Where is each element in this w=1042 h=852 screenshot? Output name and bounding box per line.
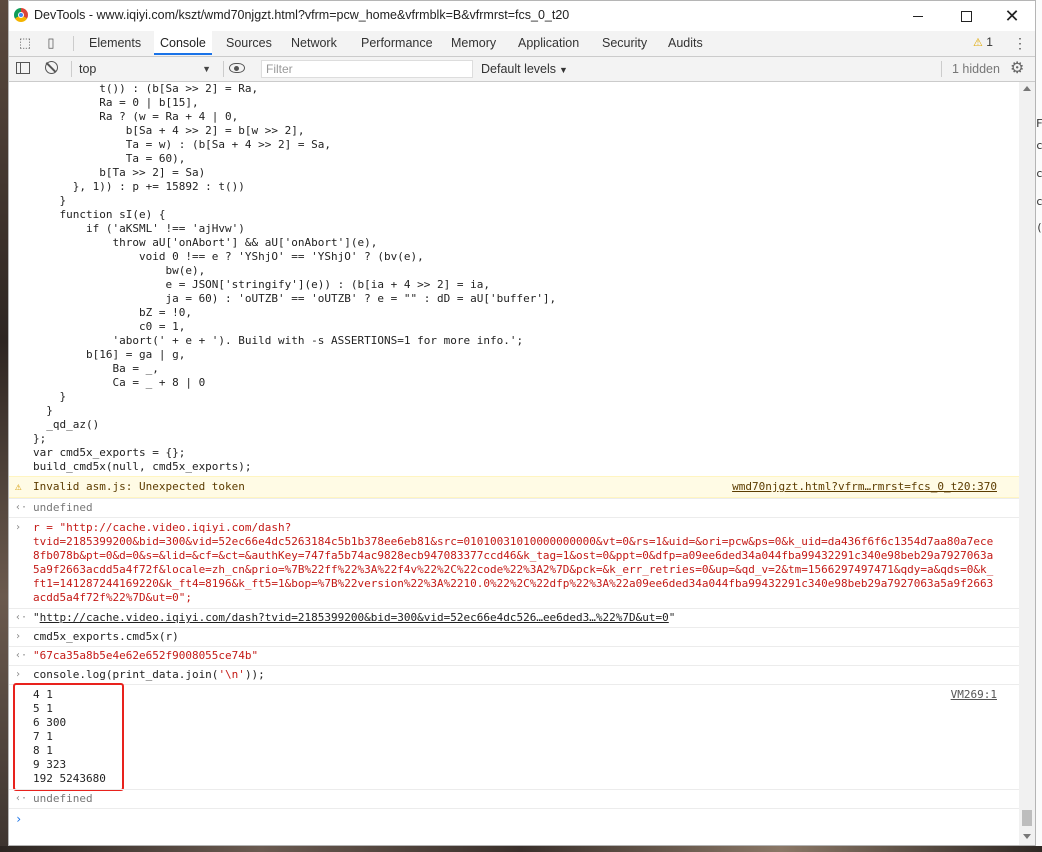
input-expression: console.log(print_data.join('\n')); bbox=[33, 668, 265, 682]
console-result-row: ‹· undefined bbox=[9, 789, 1019, 808]
dropdown-caret-icon: ▼ bbox=[202, 64, 211, 74]
device-toolbar-icon[interactable]: ▯ bbox=[43, 35, 59, 51]
log-call-prefix: console.log(print_data.join( bbox=[33, 668, 219, 681]
console-toolbar: top▼ Default levels▼ 1 hidden ⚙ bbox=[9, 57, 1035, 82]
minimize-button[interactable] bbox=[895, 1, 941, 31]
tab-audits[interactable]: Audits bbox=[662, 31, 709, 55]
chrome-icon bbox=[14, 8, 28, 22]
warnings-count: 1 bbox=[986, 35, 993, 49]
r-assignment-prefix: r = bbox=[33, 521, 60, 534]
more-options-icon[interactable]: ⋮ bbox=[1013, 35, 1027, 52]
console-result-row: ‹· "http://cache.video.iqiyi.com/dash?tv… bbox=[9, 608, 1019, 627]
console-input-row: › r = "http://cache.video.iqiyi.com/dash… bbox=[9, 517, 1019, 608]
console-log-row: 4 1 5 1 6 300 7 1 8 1 9 323 192 5243680 … bbox=[9, 684, 1019, 789]
bg-fragment: c bbox=[1036, 167, 1042, 180]
result-value: "67ca35a8b5e4e62e652f9008055ce74b" bbox=[33, 649, 259, 662]
hidden-messages-count: 1 hidden bbox=[952, 62, 1000, 76]
toolbar-divider bbox=[71, 61, 72, 77]
toolbar-divider bbox=[941, 61, 942, 77]
close-button[interactable]: ✕ bbox=[989, 1, 1035, 31]
devtools-window: DevTools - www.iqiyi.com/kszt/wmd70njgzt… bbox=[8, 0, 1036, 846]
log-levels-dropdown[interactable]: Default levels ▼ bbox=[481, 60, 568, 78]
tab-memory[interactable]: Memory bbox=[445, 31, 502, 55]
console-result-row: ‹· undefined bbox=[9, 498, 1019, 517]
log-call-argument: '\n' bbox=[218, 668, 245, 681]
context-selector[interactable]: top ▼ bbox=[79, 60, 211, 78]
warning-icon: ⚠ bbox=[973, 37, 983, 49]
live-expression-eye-icon[interactable] bbox=[229, 63, 245, 73]
inspect-element-icon[interactable]: ⬚ bbox=[17, 35, 33, 51]
window-title: DevTools - www.iqiyi.com/kszt/wmd70njgzt… bbox=[34, 8, 570, 22]
r-assignment-value: "http://cache.video.iqiyi.com/dash? tvid… bbox=[33, 521, 994, 604]
console-input-row: › cmd5x_exports.cmd5x(r) bbox=[9, 627, 1019, 646]
result-arrow-icon: ‹· bbox=[15, 612, 28, 623]
title-bar[interactable]: DevTools - www.iqiyi.com/kszt/wmd70njgzt… bbox=[9, 1, 1035, 31]
console-output[interactable]: t()) : (b[Sa >> 2] = Ra, Ra = 0 | b[15],… bbox=[9, 82, 1019, 845]
warnings-counter[interactable]: ⚠ 1 bbox=[973, 35, 993, 49]
close-icon: ✕ bbox=[1004, 5, 1020, 26]
tab-application[interactable]: Application bbox=[512, 31, 585, 55]
scroll-down-arrow-icon[interactable] bbox=[1023, 834, 1031, 839]
bg-fragment: c bbox=[1036, 195, 1042, 208]
desktop-background-left bbox=[0, 0, 8, 852]
input-prompt-icon: › bbox=[15, 522, 22, 533]
input-prompt-icon: › bbox=[15, 631, 22, 642]
result-arrow-icon: ‹· bbox=[15, 793, 28, 804]
log-call-suffix: )); bbox=[244, 668, 265, 681]
input-prompt-icon: › bbox=[15, 669, 22, 680]
tab-console[interactable]: Console bbox=[154, 31, 212, 55]
warning-message: Invalid asm.js: Unexpected token bbox=[33, 480, 245, 493]
desktop-background-bottom bbox=[0, 846, 1042, 852]
code-listing: t()) : (b[Sa >> 2] = Ra, Ra = 0 | b[15],… bbox=[33, 82, 557, 473]
tab-elements[interactable]: Elements bbox=[83, 31, 147, 55]
result-url-link[interactable]: http://cache.video.iqiyi.com/dash?tvid=2… bbox=[40, 611, 669, 624]
result-arrow-icon: ‹· bbox=[15, 650, 28, 661]
tab-network[interactable]: Network bbox=[285, 31, 343, 55]
console-warning-row: ⚠ Invalid asm.js: Unexpected token wmd70… bbox=[9, 476, 1019, 498]
background-window-edge: F c c c (易 bbox=[1036, 0, 1042, 852]
console-settings-gear-icon[interactable]: ⚙ bbox=[1010, 60, 1024, 78]
console-input-row: › console.log(print_data.join('\n')); bbox=[9, 665, 1019, 684]
console-prompt[interactable]: › bbox=[9, 808, 1019, 839]
console-scrollbar[interactable] bbox=[1019, 82, 1035, 845]
filter-input[interactable] bbox=[261, 60, 473, 78]
quote-close: " bbox=[668, 611, 676, 624]
bg-fragment: F bbox=[1036, 117, 1042, 130]
bg-fragment: c bbox=[1036, 139, 1042, 152]
red-highlight-annotation bbox=[13, 683, 124, 791]
console-result-row: ‹· "67ca35a8b5e4e62e652f9008055ce74b" bbox=[9, 646, 1019, 665]
warning-icon: ⚠ bbox=[15, 480, 22, 493]
maximize-icon bbox=[960, 10, 972, 22]
panel-tab-bar: ⬚ ▯ Elements Console Sources Network Per… bbox=[9, 31, 1035, 57]
input-expression: cmd5x_exports.cmd5x(r) bbox=[33, 630, 179, 643]
tab-sources[interactable]: Sources bbox=[220, 31, 278, 55]
result-arrow-icon: ‹· bbox=[15, 502, 28, 513]
toolbar-divider bbox=[73, 36, 74, 51]
prompt-caret-icon: › bbox=[15, 812, 23, 826]
show-sidebar-icon[interactable] bbox=[16, 62, 30, 74]
bg-fragment: (易 bbox=[1036, 221, 1042, 234]
log-source-link[interactable]: VM269:1 bbox=[951, 688, 997, 702]
result-value: undefined bbox=[33, 501, 93, 514]
clear-console-icon[interactable] bbox=[45, 61, 58, 74]
result-value: "http://cache.video.iqiyi.com/dash?tvid=… bbox=[33, 611, 675, 625]
dropdown-caret-icon: ▼ bbox=[559, 65, 568, 75]
tab-security[interactable]: Security bbox=[596, 31, 653, 55]
tab-performance[interactable]: Performance bbox=[355, 31, 439, 55]
scrollbar-thumb[interactable] bbox=[1022, 810, 1032, 826]
maximize-button[interactable] bbox=[943, 1, 989, 31]
context-value: top bbox=[79, 62, 97, 76]
warning-source-link[interactable]: wmd70njgzt.html?vfrm…rmrst=fcs_0_t20:370 bbox=[732, 480, 997, 494]
toolbar-divider bbox=[223, 61, 224, 77]
quote-open: " bbox=[33, 611, 40, 624]
levels-label: Default levels bbox=[481, 62, 557, 76]
result-value: undefined bbox=[33, 792, 93, 805]
scroll-up-arrow-icon[interactable] bbox=[1023, 86, 1031, 91]
input-expression: r = "http://cache.video.iqiyi.com/dash? … bbox=[33, 521, 993, 605]
minimize-icon bbox=[913, 15, 923, 17]
